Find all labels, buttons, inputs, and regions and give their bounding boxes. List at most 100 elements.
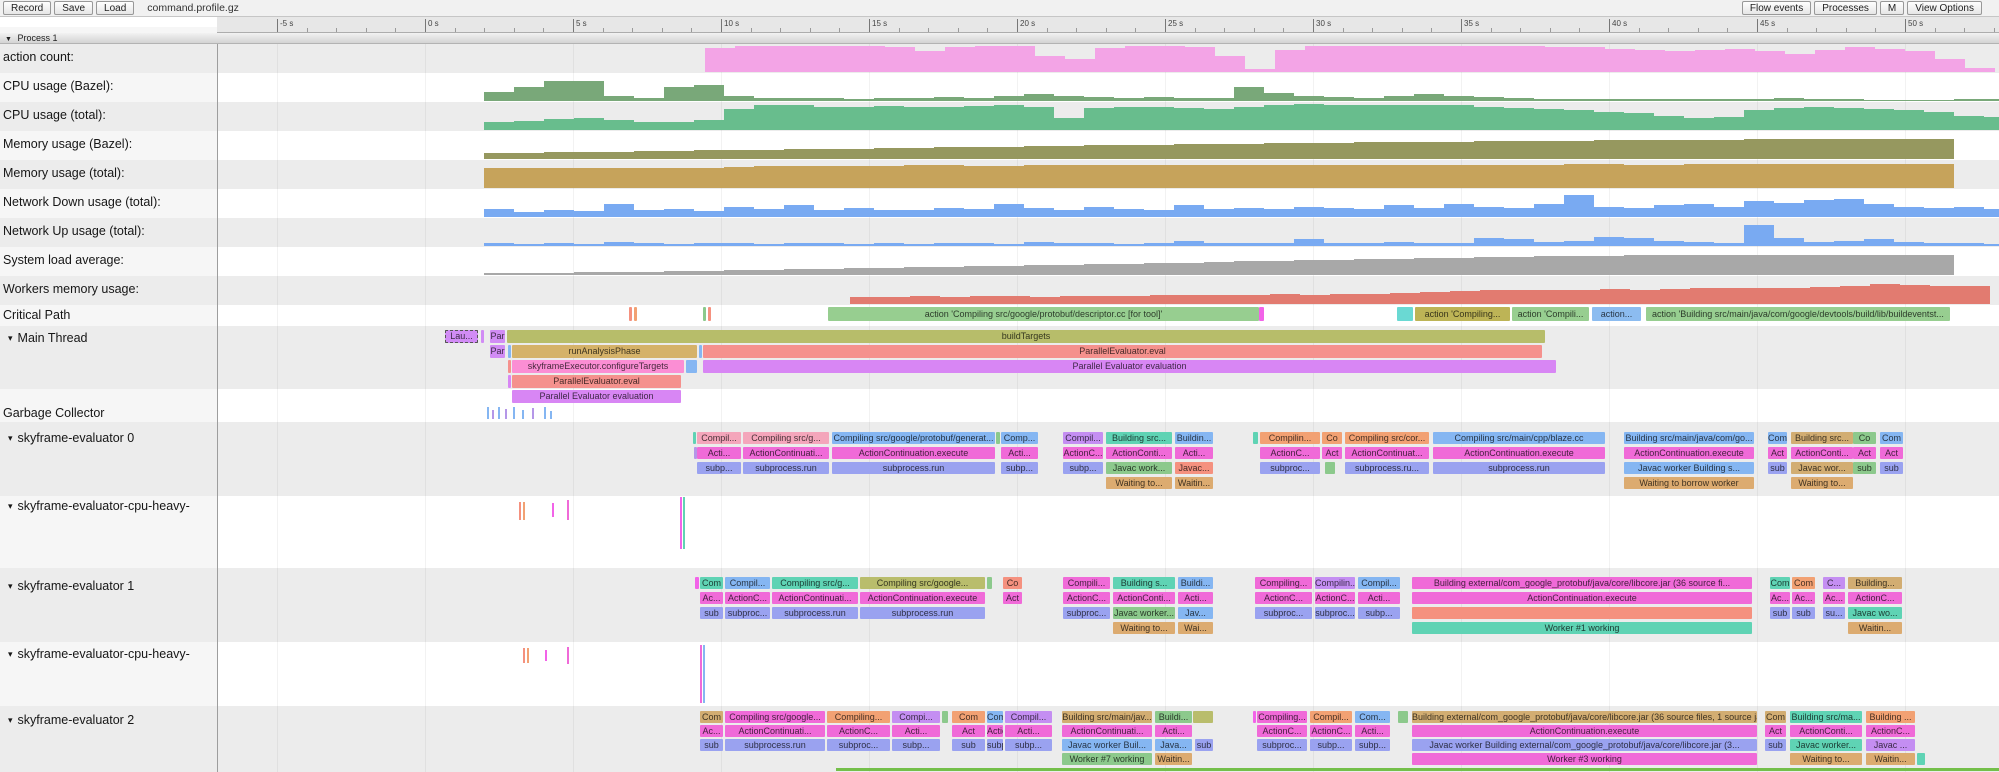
trace-event[interactable]: sub <box>1880 462 1903 474</box>
track-label-skyframe-evaluator-2[interactable]: ▾skyframe-evaluator 2 <box>8 713 134 727</box>
load-button[interactable]: Load <box>96 1 134 15</box>
trace-event[interactable] <box>1253 711 1256 723</box>
trace-event[interactable]: Lau... <box>445 330 478 343</box>
trace-event[interactable]: Compiling src/google... <box>725 711 825 723</box>
trace-event[interactable] <box>680 497 682 549</box>
trace-event[interactable]: Worker #7 working <box>1062 753 1152 765</box>
trace-event[interactable]: Parallel Evaluator evaluation <box>512 390 681 403</box>
trace-event[interactable] <box>695 577 699 589</box>
counter-chart-network-down-usage-total[interactable] <box>0 189 1999 218</box>
trace-event[interactable] <box>1193 711 1213 723</box>
trace-event[interactable]: subprocess.run <box>725 739 825 751</box>
trace-event[interactable]: Javac wor... <box>1791 462 1853 474</box>
trace-event[interactable]: Compilin... <box>1315 577 1355 589</box>
trace-event[interactable]: Co <box>1322 432 1342 444</box>
trace-event[interactable]: Acti... <box>1175 447 1213 459</box>
track-label-skyframe-evaluator-cpu-heavy-a[interactable]: ▾skyframe-evaluator-cpu-heavy- <box>8 499 190 513</box>
gc-event[interactable] <box>550 411 552 419</box>
trace-event[interactable] <box>942 711 948 723</box>
trace-event[interactable]: Acti... <box>1155 725 1192 737</box>
trace-event[interactable]: subproc... <box>1063 607 1110 619</box>
trace-event[interactable]: Compil... <box>697 432 741 444</box>
trace-event[interactable]: buildTargets <box>507 330 1545 343</box>
trace-event[interactable]: ActionConti... <box>1791 447 1853 459</box>
trace-event[interactable]: Act <box>1003 592 1022 604</box>
trace-event[interactable]: Com <box>1768 432 1787 444</box>
trace-event[interactable] <box>1325 462 1335 474</box>
expander-icon[interactable]: ▾ <box>8 433 13 443</box>
trace-event[interactable]: Wai... <box>1178 622 1213 634</box>
trace-event[interactable]: Buildi... <box>1155 711 1192 723</box>
flow-events-button[interactable]: Flow events <box>1742 1 1811 15</box>
expander-icon[interactable]: ▾ <box>8 333 13 343</box>
trace-event[interactable]: Javac worker... <box>1113 607 1175 619</box>
trace-event[interactable]: Acti... <box>1005 725 1052 737</box>
trace-event[interactable]: ActionC... <box>1866 725 1915 737</box>
trace-event[interactable]: subproc... <box>1260 462 1320 474</box>
trace-event[interactable]: Com... <box>1355 711 1390 723</box>
gc-event[interactable] <box>505 409 507 419</box>
trace-event[interactable] <box>1253 432 1258 444</box>
trace-event[interactable]: subprocess.run <box>772 607 858 619</box>
trace-event[interactable]: Compil... <box>1310 711 1352 723</box>
expander-icon[interactable]: ▾ <box>8 501 13 511</box>
trace-event[interactable]: Act <box>1322 447 1342 459</box>
trace-event[interactable]: Compiling src/cor... <box>1345 432 1429 444</box>
trace-event[interactable]: Javac... <box>1175 462 1213 474</box>
counter-chart-system-load-average[interactable] <box>0 247 1999 276</box>
trace-event[interactable]: ActionContinuation.execute <box>832 447 995 459</box>
trace-event[interactable]: Compil... <box>1063 432 1103 444</box>
trace-event[interactable]: Javac worker Building external/com_googl… <box>1412 739 1757 751</box>
trace-event[interactable]: Building src/main/jav... <box>1062 711 1152 723</box>
trace-event[interactable] <box>552 503 554 517</box>
trace-event[interactable]: ActionContinuat... <box>1345 447 1429 459</box>
trace-event[interactable]: Building s... <box>1113 577 1175 589</box>
trace-event[interactable] <box>683 497 685 549</box>
trace-event[interactable]: ActionContinuation.execute <box>1412 725 1757 737</box>
trace-event[interactable]: Com <box>1770 577 1790 589</box>
gc-event[interactable] <box>492 410 494 419</box>
trace-event[interactable]: Ac... <box>1792 592 1815 604</box>
trace-event[interactable]: ActionContinuati... <box>772 592 858 604</box>
trace-event[interactable]: Acti... <box>1355 725 1390 737</box>
trace-event[interactable]: Building external/com_google_protobuf/ja… <box>1412 577 1752 589</box>
trace-event[interactable]: ActionC... <box>1260 447 1320 459</box>
track-label-skyframe-evaluator-cpu-heavy-b[interactable]: ▾skyframe-evaluator-cpu-heavy- <box>8 647 190 661</box>
counter-chart-memory-usage-bazel[interactable] <box>0 131 1999 160</box>
trace-event[interactable] <box>523 502 525 520</box>
trace-event[interactable]: action 'Compiling... <box>1415 307 1510 321</box>
trace-event[interactable]: subproc... <box>725 607 770 619</box>
trace-event[interactable] <box>519 502 521 520</box>
trace-event[interactable]: Acti... <box>697 447 741 459</box>
trace-event[interactable]: ActionContinuation.execute <box>1433 447 1605 459</box>
trace-event[interactable]: ActionConti <box>987 725 1003 737</box>
trace-event[interactable]: subproc.. <box>987 739 1003 751</box>
trace-event[interactable]: subproc... <box>1257 739 1307 751</box>
trace-event[interactable]: subprocess.run <box>832 462 995 474</box>
trace-event[interactable]: Ac... <box>700 592 723 604</box>
trace-event[interactable]: subp... <box>1005 739 1052 751</box>
expander-icon[interactable]: ▾ <box>8 649 13 659</box>
trace-event[interactable]: Compiling src/g... <box>772 577 858 589</box>
trace-event[interactable]: Compiling... <box>1257 711 1307 723</box>
trace-event[interactable]: Waiting to... <box>1790 753 1862 765</box>
trace-event[interactable]: Buildi... <box>1178 577 1213 589</box>
trace-event[interactable]: Compiling src/main/cpp/blaze.cc <box>1433 432 1605 444</box>
trace-event[interactable]: ParallelEvaluator.eval <box>512 375 681 388</box>
trace-event[interactable] <box>523 648 525 663</box>
trace-event[interactable]: subp... <box>1355 739 1390 751</box>
trace-event[interactable]: Waitin... <box>1848 622 1902 634</box>
gc-event[interactable] <box>513 407 515 419</box>
trace-event[interactable] <box>567 500 569 520</box>
trace-event[interactable]: action... <box>1592 307 1641 321</box>
trace-event[interactable] <box>545 650 547 661</box>
gc-event[interactable] <box>498 407 500 419</box>
trace-event[interactable]: ActionC... <box>1315 592 1355 604</box>
processes-button[interactable]: Processes <box>1814 1 1877 15</box>
trace-event[interactable]: Compil... <box>1358 577 1400 589</box>
trace-event[interactable]: ActionC... <box>1257 725 1307 737</box>
process-expander-icon[interactable]: ▼ <box>5 36 12 43</box>
trace-event[interactable] <box>1398 711 1408 723</box>
trace-event[interactable]: Com <box>1765 711 1786 723</box>
trace-event[interactable]: Com <box>1880 432 1903 444</box>
